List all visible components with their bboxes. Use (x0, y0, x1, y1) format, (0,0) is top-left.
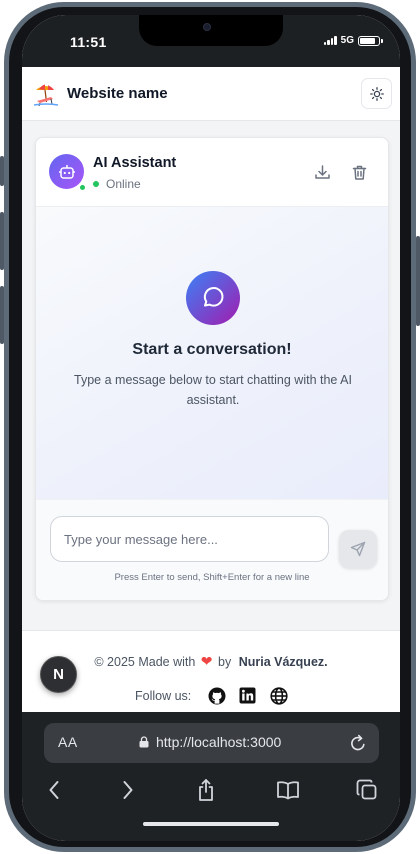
github-link[interactable] (207, 686, 226, 705)
mute-switch (0, 156, 4, 186)
chat-card: AI Assistant Online Start a conversation… (35, 137, 389, 601)
url-display[interactable]: http://localhost:3000 (139, 734, 281, 750)
site-header: Website name (22, 67, 400, 121)
volume-up-button (0, 212, 4, 270)
chat-header: AI Assistant Online (36, 138, 388, 207)
empty-state-icon (186, 271, 240, 325)
bookmarks-button[interactable] (273, 775, 303, 805)
copyright-text: © 2025 Made with (94, 655, 196, 669)
tabs-icon (356, 779, 377, 800)
site-footer: © 2025 Made with ❤ by Nuria Vázquez. Fol… (22, 630, 400, 712)
chat-bubble-icon (203, 287, 224, 307)
front-camera (203, 23, 211, 31)
robot-icon (58, 164, 75, 179)
online-indicator (78, 183, 87, 192)
browser-toolbar (22, 775, 400, 805)
trash-icon (352, 165, 366, 180)
web-app: Website name AI Assistant Online Start a… (22, 67, 400, 712)
messages-area: Start a conversation! Type a message bel… (36, 207, 388, 499)
lock-icon (139, 736, 149, 748)
status-dot (93, 181, 99, 187)
send-button[interactable] (339, 530, 377, 568)
globe-icon (270, 686, 288, 705)
follow-label: Follow us: (135, 688, 192, 703)
github-icon (208, 687, 226, 704)
footer-credit: © 2025 Made with ❤ by Nuria Vázquez. (22, 653, 400, 670)
beach-logo-icon[interactable] (33, 81, 59, 107)
social-links: Follow us: (135, 686, 288, 705)
bot-name: AI Assistant (93, 155, 177, 171)
by-text: by (218, 655, 232, 669)
back-button[interactable] (39, 775, 69, 805)
website-link[interactable] (269, 686, 288, 705)
share-button[interactable] (191, 775, 221, 805)
status-bar: 11:51 5G (22, 15, 400, 67)
address-bar[interactable]: AA http://localhost:3000 (44, 723, 379, 763)
message-input[interactable] (50, 516, 329, 562)
download-icon (314, 164, 330, 179)
author-link[interactable]: Nuria Vázquez. (239, 655, 328, 669)
export-chat-button[interactable] (312, 162, 332, 182)
linkedin-icon (239, 687, 256, 704)
tabs-button[interactable] (352, 775, 382, 805)
forward-button[interactable] (113, 775, 143, 805)
site-name[interactable]: Website name (67, 85, 168, 102)
signal-icon (323, 36, 337, 45)
reload-button[interactable] (349, 733, 367, 758)
share-icon (199, 779, 213, 801)
home-indicator[interactable] (143, 822, 279, 826)
battery-icon (358, 35, 383, 46)
network-type: 5G (340, 35, 354, 46)
sun-icon (369, 86, 384, 101)
bookmarks-icon (277, 781, 299, 800)
composer-hint: Press Enter to send, Shift+Enter for a n… (114, 572, 310, 583)
screen: 11:51 5G Website name AI Assistant Onlin… (22, 15, 400, 841)
message-composer: Press Enter to send, Shift+Enter for a n… (36, 499, 388, 600)
reader-mode-button[interactable]: AA (58, 734, 78, 750)
url-text: http://localhost:3000 (156, 734, 282, 750)
reload-icon (351, 734, 365, 751)
back-icon (49, 781, 59, 799)
linkedin-link[interactable] (238, 686, 257, 705)
volume-down-button (0, 286, 4, 344)
status-text: Online (106, 177, 141, 191)
safari-bottom-bar: AA http://localhost:3000 (22, 712, 400, 841)
send-icon (350, 541, 366, 557)
power-button (416, 236, 420, 326)
empty-state-description: Type a message below to start chatting w… (74, 373, 352, 407)
heart-icon: ❤ (200, 653, 213, 669)
avatar-initial: N (53, 666, 64, 683)
clear-chat-button[interactable] (349, 162, 369, 182)
status-indicators: 5G (323, 35, 383, 46)
forward-icon (123, 781, 133, 799)
dynamic-island (139, 15, 283, 46)
bot-status: Online (93, 177, 141, 191)
user-avatar-button[interactable]: N (40, 656, 77, 693)
theme-toggle-button[interactable] (361, 78, 392, 109)
status-time: 11:51 (70, 34, 107, 50)
empty-state-title: Start a conversation! (132, 341, 292, 358)
